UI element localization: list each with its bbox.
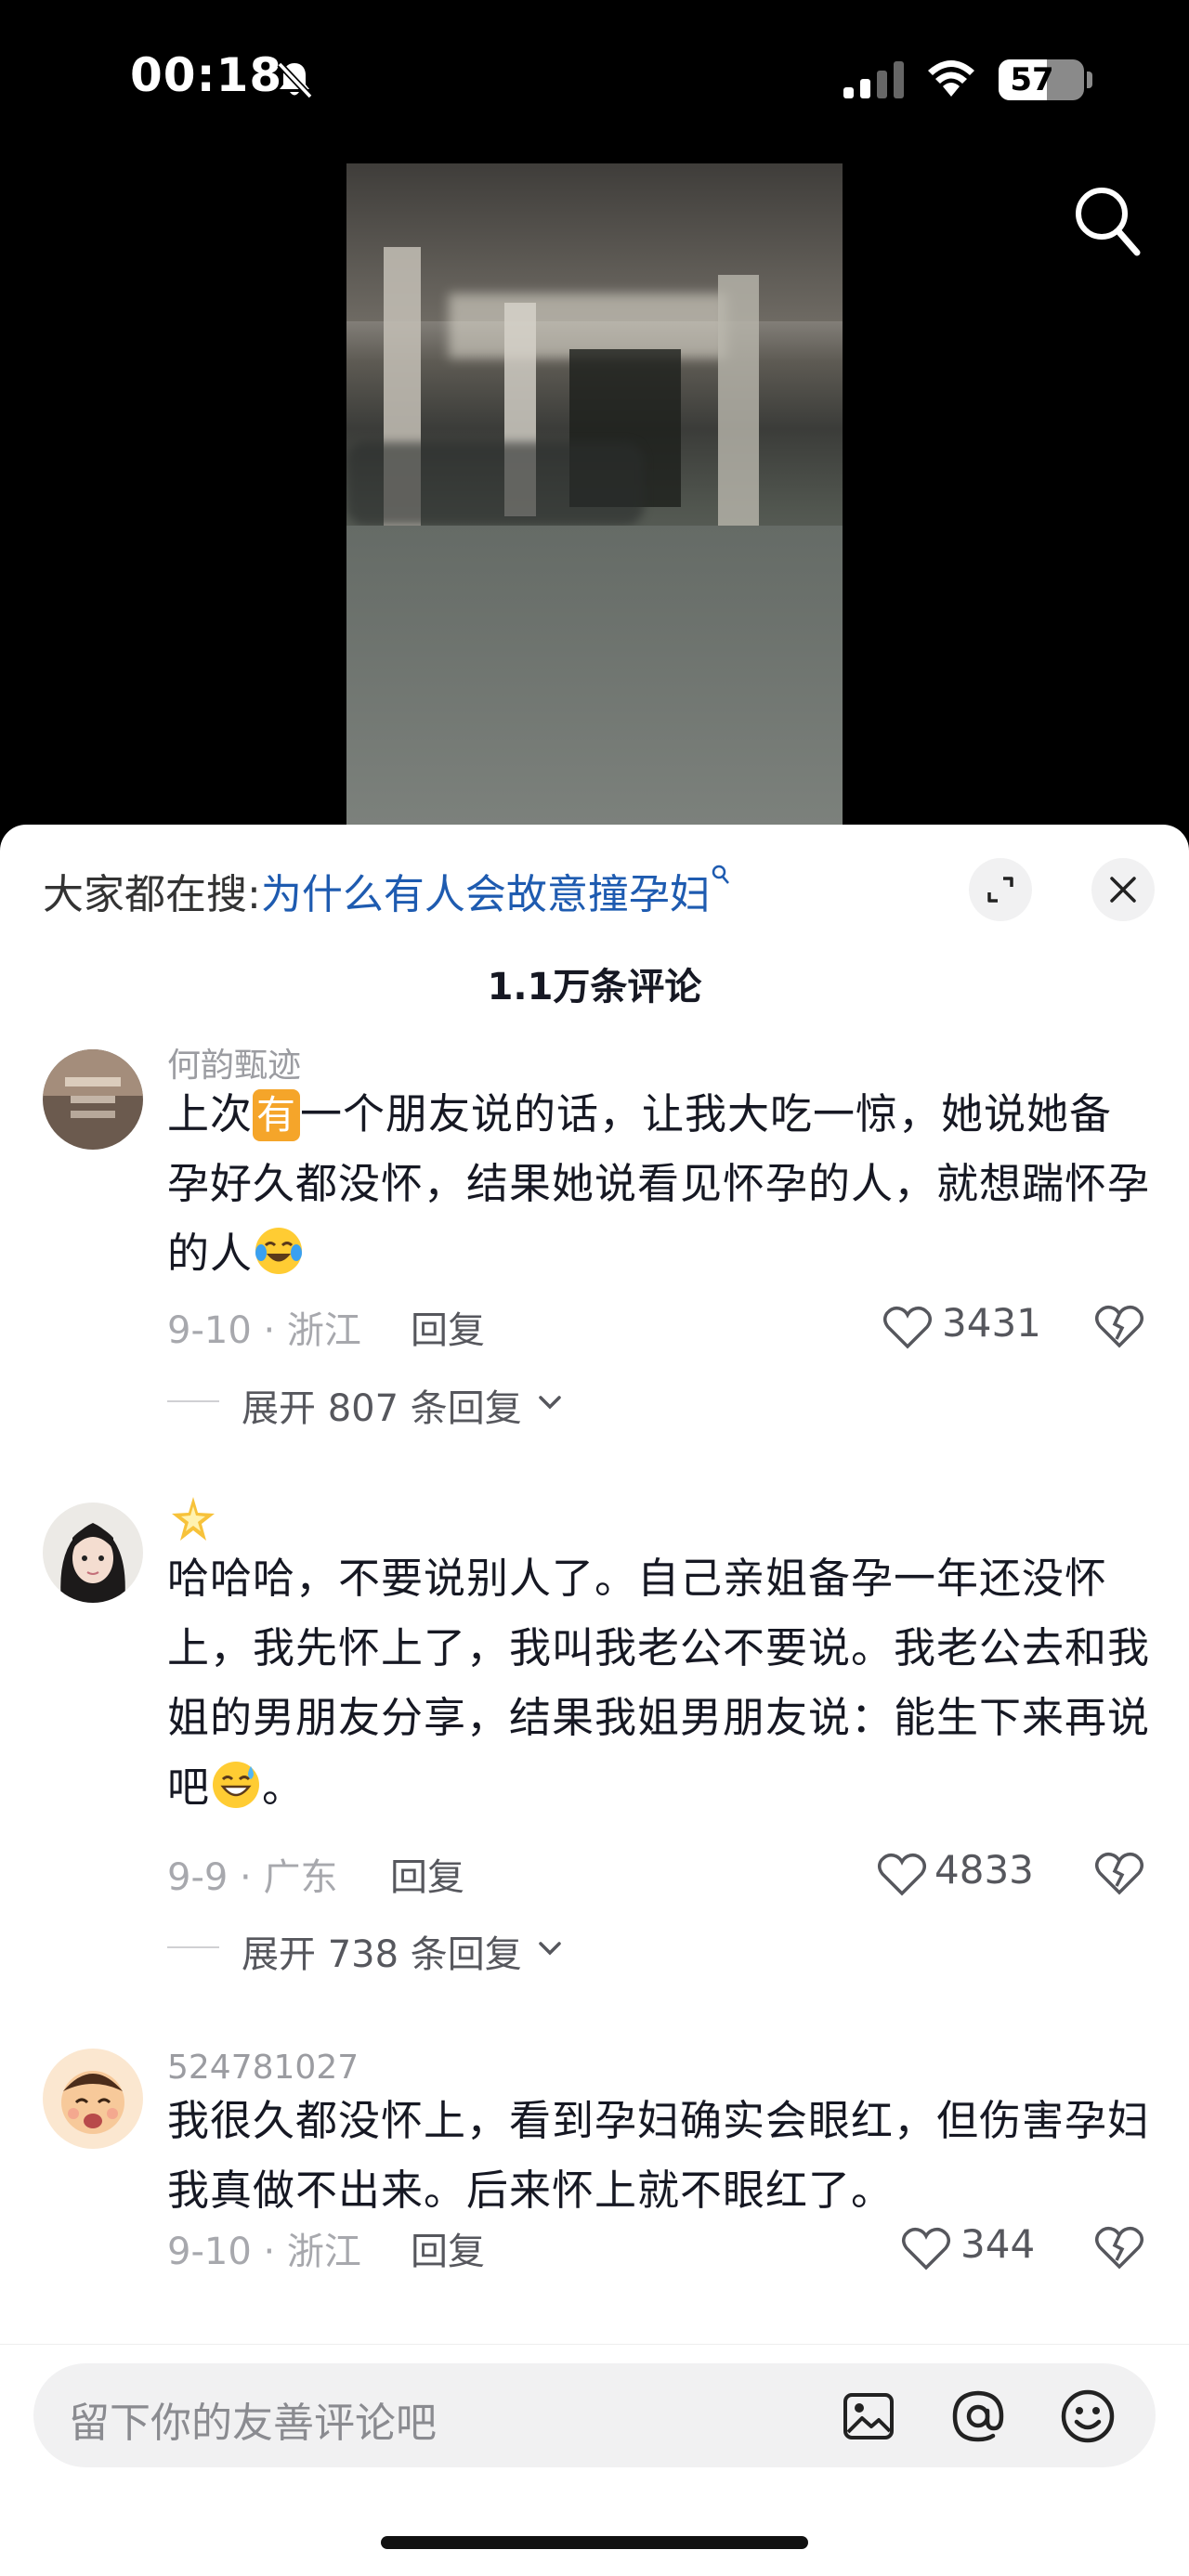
search-tag[interactable]: 有	[253, 1089, 301, 1141]
comment-input[interactable]: 留下你的友善评论吧	[33, 2363, 1156, 2467]
home-indicator[interactable]	[381, 2536, 808, 2549]
bell-slash-icon	[277, 61, 313, 99]
reply-button[interactable]: 回复	[411, 2221, 485, 2275]
comment-item: 524781027 我很久都没怀上，看到孕妇确实会眼红，但伤害孕妇我真做不出来。…	[0, 2049, 1189, 2327]
comment-date-location: 9-10 · 浙江	[167, 1309, 361, 1352]
crying-laughing-emoji-icon	[255, 1228, 303, 1274]
comment-count: 1.1万条评论	[487, 966, 702, 1008]
chevron-down-icon	[539, 1396, 561, 1410]
expand-icon	[987, 877, 1013, 903]
search-icon[interactable]	[1070, 182, 1143, 260]
comment-text-start: 上次	[167, 1089, 254, 1138]
sparkle-star-icon	[172, 1497, 215, 1541]
video-player[interactable]	[0, 158, 1189, 826]
comment-username[interactable]: 524781027	[167, 2049, 359, 2087]
like-count: 4833	[934, 1847, 1034, 1893]
divider	[167, 1946, 219, 1948]
hot-search-term[interactable]: 为什么有人会故意撞孕妇	[261, 871, 711, 918]
video-scooters	[346, 442, 644, 526]
avatar[interactable]	[43, 1503, 143, 1603]
comment-input-bar: 留下你的友善评论吧	[0, 2344, 1189, 2576]
broken-heart-icon[interactable]	[1094, 2223, 1144, 2271]
image-icon[interactable]	[840, 2387, 897, 2445]
reply-button[interactable]: 回复	[411, 1300, 485, 1354]
close-button[interactable]	[1091, 858, 1155, 921]
divider	[167, 1400, 219, 1402]
comment-text-rest: 一个朋友说的话，让我大吃一惊，她说她备孕好久都没怀，结果她说看见怀孕的人，就想踹…	[167, 1089, 1151, 1278]
broken-heart-icon[interactable]	[1094, 1302, 1144, 1350]
comment-date-location: 9-10 · 浙江	[167, 2231, 361, 2273]
video-floor	[346, 526, 843, 826]
like-count: 3431	[942, 1300, 1041, 1346]
heart-outline-icon[interactable]	[877, 1851, 927, 1897]
small-search-icon	[712, 865, 729, 884]
comment-text: 哈哈哈，不要说别人了。自己亲姐备孕一年还没怀上，我先怀上了，我叫我老公不要说。我…	[167, 1543, 1152, 1822]
at-icon[interactable]	[949, 2387, 1007, 2445]
avatar[interactable]	[43, 1049, 143, 1150]
heart-outline-icon[interactable]	[882, 1304, 933, 1350]
battery-cap	[1087, 72, 1092, 88]
comment-panel: 大家都在搜:为什么有人会故意撞孕妇 1.1万条评论 何韵甄迹 上次有一个朋友说的…	[0, 825, 1189, 2576]
comment-item: 何韵甄迹 上次有一个朋友说的话，让我大吃一惊，她说她备孕好久都没怀，结果她说看见…	[0, 1038, 1189, 1447]
chevron-down-icon	[539, 1942, 561, 1956]
sweat-smile-emoji-icon	[213, 1762, 260, 1808]
heart-outline-icon[interactable]	[901, 2225, 951, 2271]
comment-text-end: 。	[262, 1763, 306, 1812]
panel-header: 大家都在搜:为什么有人会故意撞孕妇 1.1万条评论	[0, 825, 1189, 1008]
comment-text: 上次有一个朋友说的话，让我大吃一惊，她说她备孕好久都没怀，结果她说看见怀孕的人，…	[167, 1079, 1152, 1288]
smiley-icon[interactable]	[1059, 2387, 1117, 2445]
comment-item: 哈哈哈，不要说别人了。自己亲姐备孕一年还没怀上，我先怀上了，我叫我老公不要说。我…	[0, 1493, 1189, 1976]
wifi-icon	[928, 60, 974, 97]
expand-replies[interactable]: 展开 807 条回复	[167, 1378, 594, 1430]
video-pillar	[718, 275, 759, 553]
comment-text-body: 哈哈哈，不要说别人了。自己亲姐备孕一年还没怀上，我先怀上了，我叫我老公不要说。我…	[167, 1554, 1151, 1812]
expand-button[interactable]	[969, 858, 1032, 921]
battery-indicator: 57	[999, 59, 1084, 100]
avatar[interactable]	[43, 2049, 143, 2149]
video-frame[interactable]	[346, 163, 843, 826]
like-count: 344	[960, 2221, 1036, 2267]
comment-date-location: 9-9 · 广东	[167, 1856, 338, 1899]
comment-text: 我很久都没怀上，看到孕妇确实会眼红，但伤害孕妇我真做不出来。后来怀上就不眼红了。	[167, 2096, 1151, 2215]
expand-replies-label[interactable]: 展开 738 条回复	[242, 1924, 522, 1978]
status-time: 00:18	[130, 48, 283, 102]
hot-search-link[interactable]: 大家都在搜:为什么有人会故意撞孕妇	[43, 864, 731, 923]
reply-button[interactable]: 回复	[390, 1847, 464, 1901]
cellular-signal-icon	[843, 61, 904, 98]
close-icon	[1110, 877, 1136, 903]
status-bar: 00:18 57	[0, 0, 1189, 158]
hot-search-prefix: 大家都在搜:	[43, 871, 261, 918]
battery-level: 57	[1010, 61, 1054, 98]
comment-input-placeholder[interactable]: 留下你的友善评论吧	[69, 2389, 437, 2449]
expand-replies-label[interactable]: 展开 807 条回复	[242, 1378, 522, 1432]
expand-replies[interactable]: 展开 738 条回复	[167, 1924, 594, 1976]
broken-heart-icon[interactable]	[1094, 1849, 1144, 1897]
